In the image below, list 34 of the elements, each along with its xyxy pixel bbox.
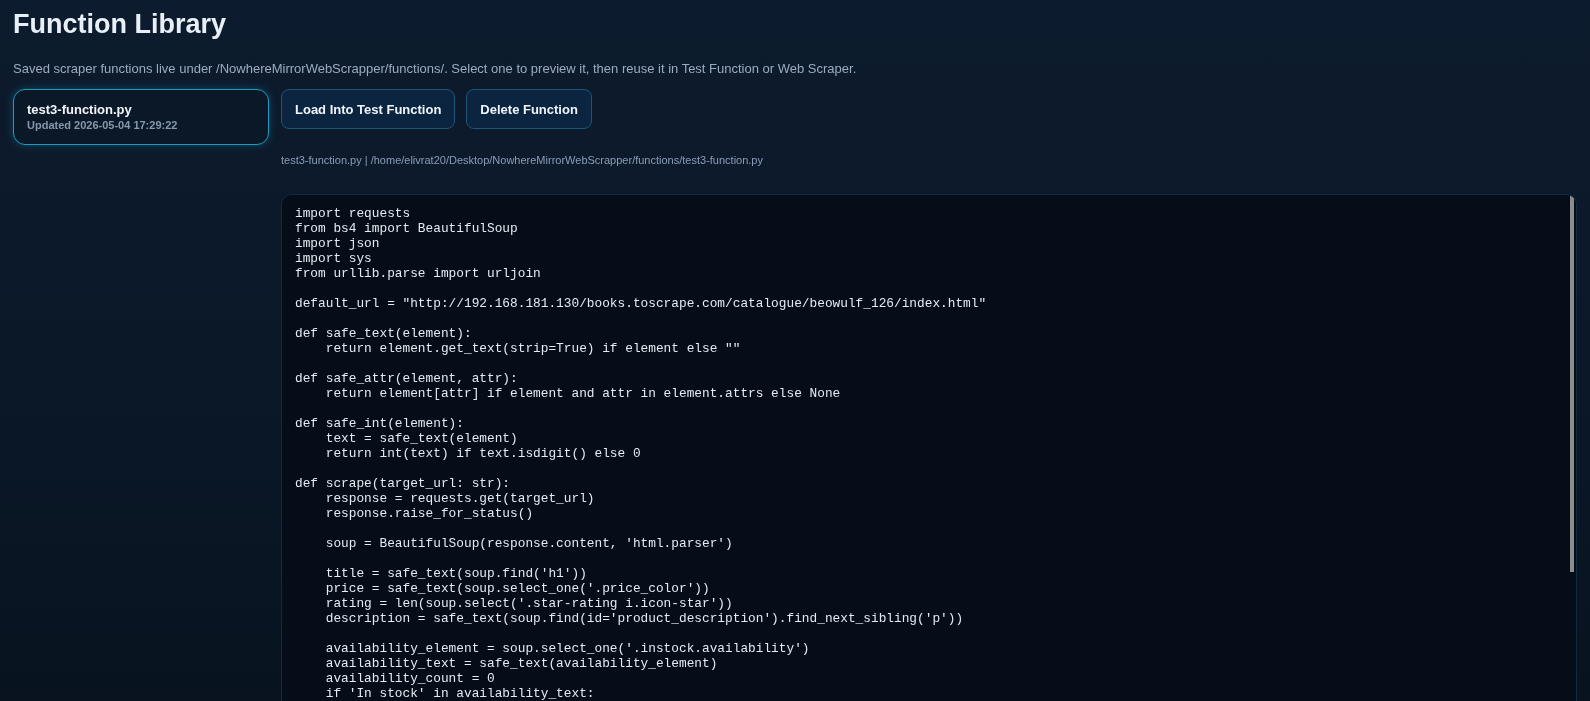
code-line: default_url = "http://192.168.181.130/books.toscrape.com/catalogue/beowulf_126/index.html" <box>295 296 987 311</box>
code-line: if 'In stock' in availability_text: <box>324 686 595 701</box>
load-into-test-function-button[interactable]: Load Into Test Function <box>281 89 456 129</box>
code-line: def safe_attr(element, attr): <box>295 371 518 386</box>
code-line: import json <box>295 236 380 251</box>
code-line: from bs4 import BeautifulSoup <box>295 221 518 236</box>
code-line: price = safe_text(soup.select_one('.price_color')) <box>324 581 710 596</box>
code-line: return element[attr] if element and attr in element.attrs else None <box>324 386 841 401</box>
code-line: response.raise_for_status() <box>324 506 534 521</box>
scrollbar-thumb[interactable] <box>1570 196 1574 572</box>
page-title: Function Library <box>13 8 226 41</box>
function-list-item[interactable]: test3-function.py Updated 2026-05-04 17:29:22 <box>13 89 269 145</box>
code-line: description = safe_text(soup.find(id='product_description').find_next_sibling('p')) <box>324 611 964 626</box>
code-line: def scrape(target_url: str): <box>295 476 511 491</box>
file-path-text: test3-function.py | /home/elivrat20/Desktop/NowhereMirrorWebScrapper/functions/test3-function.py <box>281 153 763 167</box>
code-line: text = safe_text(element) <box>324 431 518 446</box>
code-line: rating = len(soup.select('.star-rating i.icon-star')) <box>324 596 733 611</box>
code-line: from urllib.parse import urljoin <box>295 266 541 281</box>
code-line: availability_text = safe_text(availability_element) <box>324 656 718 671</box>
updated-timestamp: Updated 2026-05-04 17:29:22 <box>27 118 178 132</box>
delete-function-button[interactable]: Delete Function <box>466 89 592 129</box>
code-line: import sys <box>295 251 372 266</box>
code-line: title = safe_text(soup.find('h1')) <box>324 566 587 581</box>
code-line: import requests <box>295 206 411 221</box>
code-line: soup = BeautifulSoup(response.content, 'html.parser') <box>324 536 733 551</box>
code-line: availability_count = 0 <box>324 671 495 686</box>
code-line: response = requests.get(target_url) <box>324 491 595 506</box>
description-text: Saved scraper functions live under /NowhereMirrorWebScrapper/functions/. Select one to preview it, then reuse it in Test Function or Web Scraper. <box>13 61 857 77</box>
code-line: return element.get_text(strip=True) if element else "" <box>324 341 741 356</box>
code-line: return int(text) if text.isdigit() else 0 <box>324 446 641 461</box>
function-name: test3-function.py <box>27 102 132 118</box>
code-line: availability_element = soup.select_one('.instock.availability') <box>324 641 810 656</box>
code-line: def safe_text(element): <box>295 326 472 341</box>
code-line: def safe_int(element): <box>295 416 464 431</box>
